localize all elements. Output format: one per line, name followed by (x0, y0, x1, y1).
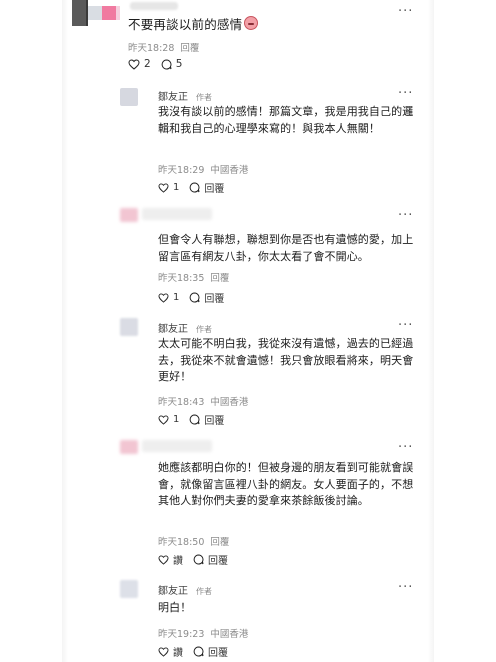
reply-item: 鄒友正 作者 ··· 明白！ 昨天19:23 中國香港 讚 回覆 (120, 580, 420, 660)
heart-icon (158, 182, 169, 193)
reply-button[interactable]: 回覆 (189, 180, 224, 195)
censored-avatar (120, 208, 138, 222)
author-badge: 作者 (196, 587, 212, 596)
like-count: 1 (173, 182, 180, 193)
like-button[interactable]: 1 (158, 182, 179, 193)
reply-actions: 讚 回覆 (158, 552, 228, 567)
avatar (120, 580, 138, 598)
heart-icon (128, 58, 140, 70)
reply-button[interactable]: 回覆 (193, 644, 228, 659)
avatar (120, 318, 138, 336)
speech-bubble-icon (190, 182, 200, 193)
reply-label: 回覆 (208, 648, 228, 659)
speech-bubble-icon (193, 554, 204, 565)
reply-meta: 昨天18:43 中國香港 (158, 394, 248, 408)
censored-username (142, 440, 212, 452)
heart-icon (158, 554, 169, 565)
reply-item: 鄒友正 作者 ··· 太太可能不明白我，我從來沒有遺憾，過去的已經過去，我從來不… (120, 318, 420, 430)
more-dots-icon[interactable]: ··· (398, 318, 413, 333)
heart-icon (158, 646, 169, 657)
more-dots-icon[interactable]: ··· (398, 440, 413, 455)
location: 中國香港 (210, 397, 249, 408)
reply-label: 回覆 (204, 184, 225, 195)
top-comment-body: 不要再談以前的感情 (128, 17, 243, 32)
reply-text: 明白！ (158, 601, 192, 614)
reply-label: 回覆 (208, 556, 228, 567)
replies-button[interactable]: 5 (161, 58, 183, 70)
reply-actions: 1 回覆 (158, 290, 224, 305)
reply-actions: 1 回覆 (158, 412, 224, 427)
author-name[interactable]: 鄒友正 (158, 582, 188, 597)
speech-bubble-icon (190, 292, 200, 303)
author-row: 鄒友正 作者 (158, 582, 212, 597)
more-dots-icon[interactable]: ··· (398, 86, 413, 101)
like-count: 1 (173, 414, 180, 425)
reply-text: 她應該都明白你的！但被身邊的朋友看到可能就會誤會，就像留言區裡八卦的網友。女人要… (158, 461, 414, 507)
author-badge: 作者 (196, 325, 212, 334)
timestamp: 昨天18:28 (128, 43, 175, 54)
top-comment-meta: 昨天18:28 回覆 (128, 40, 205, 54)
more-dots-icon[interactable]: ··· (398, 4, 413, 19)
location: 中國香港 (210, 165, 249, 176)
reply-link[interactable]: 回覆 (210, 270, 229, 284)
more-dots-icon[interactable]: ··· (398, 208, 413, 223)
like-count: 2 (144, 58, 151, 70)
reply-link[interactable]: 回覆 (180, 43, 199, 54)
author-name[interactable]: 鄒友正 (158, 88, 188, 103)
reply-meta: 昨天19:23 中國香港 (158, 626, 248, 640)
location: 中國香港 (210, 629, 249, 640)
censored-avatar (120, 440, 138, 454)
censored-username (142, 208, 212, 220)
heart-icon (158, 414, 169, 425)
like-button[interactable]: 1 (158, 414, 179, 425)
reply-meta: 昨天18:50 回覆 (158, 534, 229, 548)
like-label: 讚 (173, 556, 183, 567)
frame-edge-right (428, 0, 434, 662)
reply-meta: 昨天18:35 回覆 (158, 270, 229, 284)
reply-text: 但會令人有聯想，聯想到你是否也有遺憾的愛，加上留言區有網友八卦，你太太看了會不開… (158, 233, 414, 263)
reply-button[interactable]: 回覆 (189, 412, 224, 427)
reply-item: ··· 她應該都明白你的！但被身邊的朋友看到可能就會誤會，就像留言區裡八卦的網友… (120, 440, 420, 568)
reply-item: 鄒友正 作者 ··· 我沒有談以前的感情！那篇文章，我是用我自己的邏輯和我自己的… (120, 86, 420, 196)
top-comment-actions: 2 5 (128, 58, 182, 70)
frame-edge-left (62, 0, 68, 662)
speech-bubble-icon (190, 414, 200, 425)
reply-text: 我沒有談以前的感情！那篇文章，我是用我自己的邏輯和我自己的心理學來寫的！與我本人… (158, 105, 414, 135)
reply-count: 5 (175, 58, 183, 70)
reply-actions: 讚 回覆 (158, 644, 228, 659)
like-button[interactable]: 讚 (158, 644, 183, 659)
timestamp: 昨天18:43 (158, 397, 205, 408)
avatar (120, 88, 138, 106)
reply-meta: 昨天18:29 中國香港 (158, 162, 248, 176)
like-count: 1 (173, 292, 180, 303)
more-dots-icon[interactable]: ··· (398, 580, 413, 595)
like-button[interactable]: 讚 (158, 552, 183, 567)
reply-actions: 1 回覆 (158, 180, 224, 195)
like-button[interactable]: 2 (128, 58, 151, 70)
speech-bubble-icon (193, 646, 204, 657)
timestamp: 昨天18:35 (158, 273, 205, 284)
reply-label: 回覆 (204, 294, 225, 305)
speech-bubble-icon (161, 58, 172, 69)
reply-link[interactable]: 回覆 (210, 534, 229, 548)
censored-avatar (72, 0, 120, 26)
reply-button[interactable]: 回覆 (189, 290, 224, 305)
like-button[interactable]: 1 (158, 292, 179, 303)
author-row: 鄒友正 作者 (158, 320, 212, 335)
reply-text: 太太可能不明白我，我從來沒有遺憾，過去的已經過去，我從來不就會遺憾！我只會放眼看… (158, 337, 414, 383)
timestamp: 昨天18:50 (158, 537, 205, 548)
reply-label: 回覆 (204, 416, 225, 427)
timestamp: 昨天18:29 (158, 165, 205, 176)
timestamp: 昨天19:23 (158, 629, 205, 640)
heart-icon (158, 292, 169, 303)
reply-item: ··· 但會令人有聯想，聯想到你是否也有遺憾的愛，加上留言區有網友八卦，你太太看… (120, 208, 420, 308)
like-label: 讚 (173, 648, 183, 659)
reply-button[interactable]: 回覆 (193, 552, 228, 567)
author-name[interactable]: 鄒友正 (158, 320, 188, 335)
censored-username (130, 2, 178, 10)
author-row: 鄒友正 作者 (158, 88, 212, 103)
flushed-face-icon (244, 16, 259, 30)
top-comment-text: 不要再談以前的感情 (128, 14, 259, 33)
author-badge: 作者 (196, 93, 212, 102)
